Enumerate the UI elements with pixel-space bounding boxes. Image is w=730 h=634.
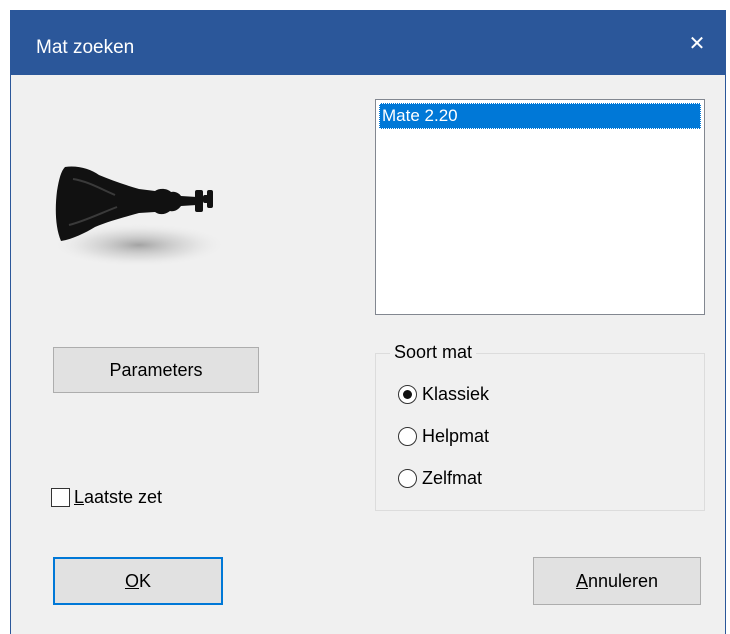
mate-type-legend: Soort mat <box>390 342 477 363</box>
close-icon: ✕ <box>688 32 706 55</box>
radio-zelfmat[interactable]: Zelfmat <box>398 468 482 489</box>
engine-listbox[interactable]: Mate 2.20 <box>375 99 705 315</box>
title-bar[interactable]: Mat zoeken ✕ <box>11 11 725 75</box>
mate-type-group: Soort mat Klassiek Helpmat Zelfmat <box>375 342 705 511</box>
last-move-mnemonic: L <box>74 487 85 507</box>
radio-zelfmat-label: Zelfmat <box>422 468 483 488</box>
cancel-label-rest: nnuleren <box>587 570 659 591</box>
window-title: Mat zoeken <box>36 37 135 58</box>
last-move-checkbox-box[interactable] <box>51 488 70 507</box>
cancel-mnemonic: A <box>575 570 588 591</box>
radio-helpmat[interactable]: Helpmat <box>398 426 489 447</box>
ok-mnemonic: O <box>124 570 139 591</box>
mat-zoeken-dialog: Mat zoeken ✕ Mate 2.20 Parameters Soort … <box>10 10 726 634</box>
radio-klassiek-indicator[interactable] <box>398 385 417 404</box>
close-button[interactable]: ✕ <box>669 11 725 75</box>
last-move-label: Laatste zet <box>74 487 162 508</box>
radio-zelfmat-indicator[interactable] <box>398 469 417 488</box>
ok-label-rest: K <box>139 570 152 591</box>
ok-button[interactable]: OK <box>53 557 223 605</box>
cancel-button[interactable]: Annuleren <box>533 557 701 605</box>
parameters-button[interactable]: Parameters <box>53 347 259 393</box>
radio-klassiek-label: Klassiek <box>422 384 490 404</box>
fallen-king-icon <box>51 166 227 267</box>
last-move-checkbox[interactable]: Laatste zet <box>51 487 162 508</box>
dialog-content: Mate 2.20 Parameters Soort mat Klassiek … <box>11 75 725 634</box>
radio-klassiek[interactable]: Klassiek <box>398 384 489 405</box>
radio-helpmat-label: Helpmat <box>422 426 490 446</box>
last-move-label-rest: aatste zet <box>84 487 163 507</box>
radio-helpmat-indicator[interactable] <box>398 427 417 446</box>
engine-list-item[interactable]: Mate 2.20 <box>379 103 701 129</box>
